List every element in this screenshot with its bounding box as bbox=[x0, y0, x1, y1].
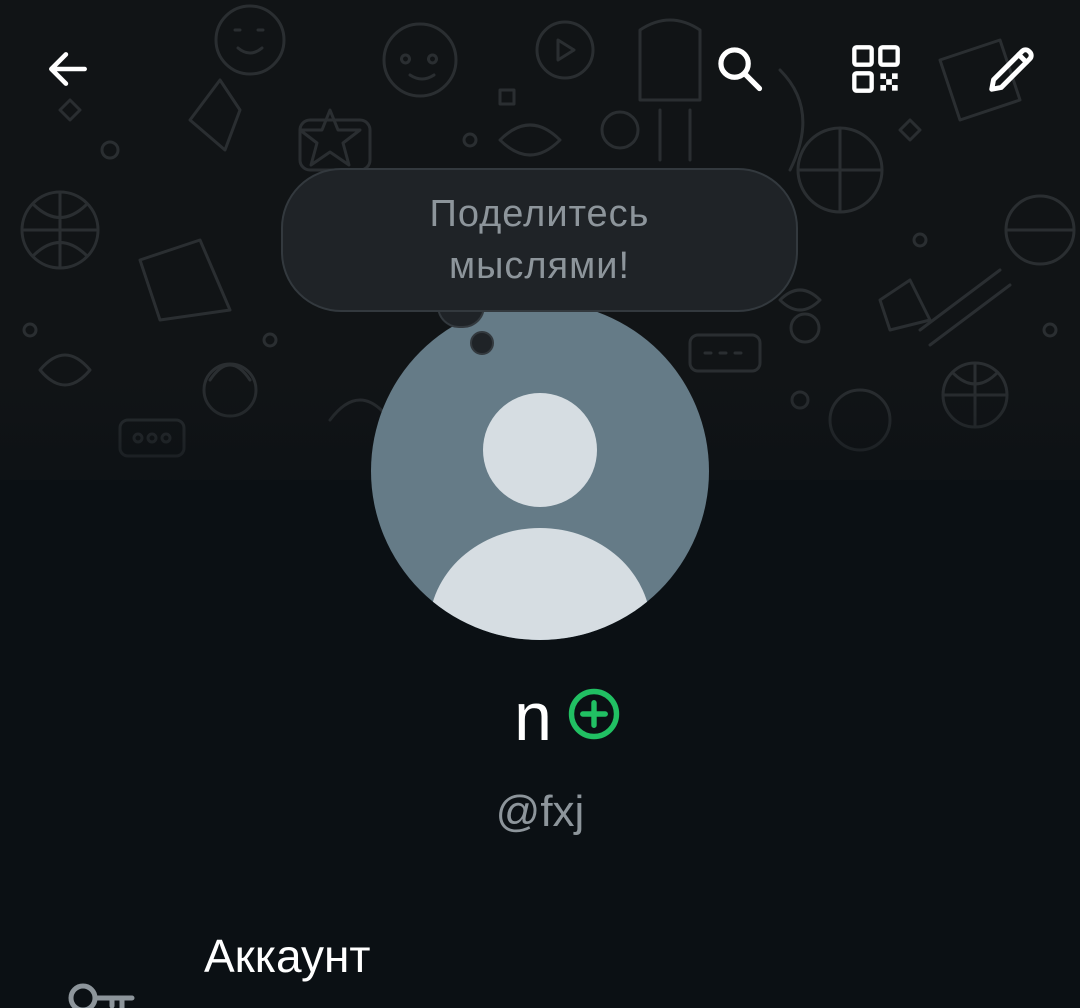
add-status-button[interactable] bbox=[566, 686, 622, 742]
qr-code-icon bbox=[852, 45, 900, 93]
profile-username: @fxj bbox=[495, 787, 585, 836]
search-icon bbox=[718, 47, 763, 92]
profile-name-row: n bbox=[0, 672, 1080, 762]
settings-item-label: Аккаунт bbox=[204, 930, 371, 982]
arrow-left-icon bbox=[49, 52, 87, 86]
edit-profile-button[interactable] bbox=[976, 33, 1048, 105]
qr-code-button[interactable] bbox=[840, 33, 912, 105]
status-bubble-dot bbox=[470, 331, 494, 355]
key-icon bbox=[68, 983, 135, 1008]
status-prompt-text: Поделитесь мыслями! bbox=[429, 193, 650, 287]
back-button[interactable] bbox=[32, 33, 104, 105]
status-prompt-bubble[interactable]: Поделитесь мыслями! bbox=[281, 168, 798, 312]
pencil-icon bbox=[989, 47, 1034, 92]
search-button[interactable] bbox=[704, 33, 776, 105]
profile-avatar[interactable] bbox=[371, 302, 709, 640]
settings-item-account[interactable]: Аккаунт bbox=[0, 910, 1080, 1008]
profile-name[interactable]: n bbox=[514, 672, 552, 762]
profile-screen: Поделитесь мыслями! n @fxj Аккаунт bbox=[0, 0, 1080, 1008]
default-avatar-icon bbox=[483, 393, 597, 507]
plus-circle-icon bbox=[568, 688, 620, 740]
